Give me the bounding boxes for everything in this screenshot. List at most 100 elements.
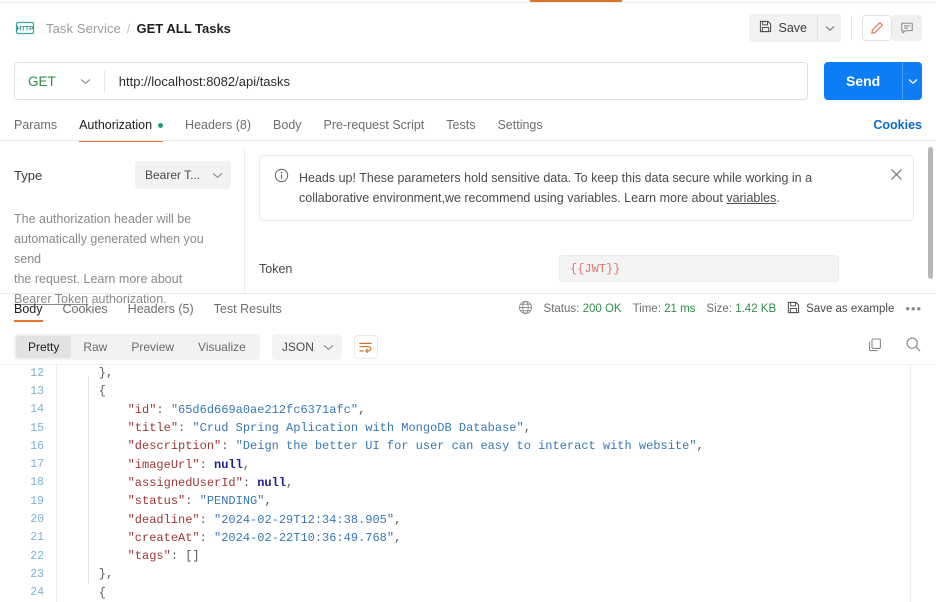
token-label: Token [259, 262, 559, 276]
save-label: Save [779, 21, 808, 35]
auth-detail-column: Heads up! These parameters hold sensitiv… [245, 141, 936, 293]
code-line-text: }, [44, 567, 113, 581]
code-line: 21 "createAt": "2024-02-22T10:36:49.768"… [0, 529, 704, 547]
toolbar-divider [851, 17, 852, 39]
line-number: 14 [0, 403, 44, 416]
code-token-punc: : [178, 421, 192, 435]
auth-type-label: Type [14, 168, 42, 183]
code-token-punc: : [200, 531, 214, 545]
time-value: 21 ms [664, 303, 695, 315]
size-group: Size: 1.42 KB [706, 303, 776, 315]
code-line: 23 }, [0, 565, 704, 583]
wrap-text-icon[interactable] [354, 335, 378, 359]
tab-label: Tests [446, 118, 475, 132]
code-token-punc: , [243, 458, 250, 472]
format-value: JSON [282, 340, 314, 354]
tab-label: Params [14, 118, 57, 132]
save-as-example-button[interactable]: Save as example [787, 301, 894, 317]
code-line: 24 { [0, 584, 704, 602]
tab-tests[interactable]: Tests [446, 110, 475, 140]
search-icon[interactable] [905, 336, 922, 358]
code-token-punc: : [] [171, 549, 200, 563]
url-input[interactable]: http://localhost:8082/api/tasks [105, 74, 290, 89]
request-tab-strip: Params Authorization Headers (8) Body Pr… [0, 110, 936, 140]
code-token-null: null [214, 458, 243, 472]
tab-label: Headers (8) [185, 118, 251, 132]
code-token-str: "65d6d669a0ae212fc6371afc" [171, 403, 358, 417]
code-token-key: "description" [70, 439, 221, 453]
response-tab-headers[interactable]: Headers (5) [128, 295, 194, 322]
top-right-actions: Save [749, 14, 923, 42]
code-line-text: "status": "PENDING", [44, 494, 272, 508]
code-token-key: "status" [70, 494, 185, 508]
line-number: 17 [0, 458, 44, 471]
code-token-null: null [257, 476, 286, 490]
comment-button[interactable] [892, 15, 922, 41]
view-mode-segmented-control: Pretty Raw Preview Visualize [14, 334, 260, 360]
code-token-punc: , [697, 439, 704, 453]
ellipsis-icon[interactable]: ••• [905, 301, 922, 316]
tab-pre-request-script[interactable]: Pre-request Script [324, 110, 425, 140]
cookies-link[interactable]: Cookies [873, 118, 922, 132]
view-mode-raw[interactable]: Raw [71, 336, 119, 358]
code-token-str: "2024-02-29T12:34:38.905" [214, 513, 394, 527]
save-button[interactable]: Save [749, 14, 818, 42]
breadcrumb-bar: HTTP Task Service / GET ALL Tasks Save [0, 8, 936, 48]
code-token-punc: , [358, 403, 365, 417]
code-line-text: "description": "Deign the better UI for … [44, 439, 704, 453]
tab-settings[interactable]: Settings [497, 110, 542, 140]
code-token-str: "Deign the better UI for user can easy t… [236, 439, 697, 453]
line-number: 13 [0, 385, 44, 398]
line-number: 19 [0, 495, 44, 508]
method-selector[interactable]: GET [15, 63, 104, 99]
code-token-punc: { [70, 586, 106, 600]
code-token-punc: , [524, 421, 531, 435]
tab-label: Body [273, 118, 302, 132]
response-tab-body[interactable]: Body [14, 295, 43, 322]
code-line: 13 { [0, 382, 704, 400]
auth-type-select[interactable]: Bearer T... [135, 161, 231, 189]
code-line-text: "assignedUserId": null, [44, 476, 293, 490]
tab-label: Test Results [214, 302, 282, 316]
response-tab-test-results[interactable]: Test Results [214, 295, 282, 322]
send-options-button[interactable] [902, 62, 922, 100]
send-button[interactable]: Send [824, 62, 902, 100]
response-body-viewer[interactable]: 12 },13 {14 "id": "65d6d669a0ae212fc6371… [0, 364, 936, 602]
top-hairline [0, 2, 936, 3]
save-options-button[interactable] [817, 14, 841, 42]
response-divider [0, 293, 936, 294]
format-select[interactable]: JSON [272, 334, 342, 360]
code-token-punc: }, [70, 567, 113, 581]
view-mode-preview[interactable]: Preview [119, 336, 186, 358]
view-toggle-group [862, 15, 922, 41]
tab-params[interactable]: Params [14, 110, 57, 140]
code-line-text: { [44, 586, 106, 600]
tab-label: Headers (5) [128, 302, 194, 316]
line-number: 21 [0, 531, 44, 544]
tab-headers[interactable]: Headers (8) [185, 110, 251, 140]
code-token-punc: , [286, 476, 293, 490]
auth-panel-scrollbar[interactable] [928, 147, 933, 279]
view-mode-pretty[interactable]: Pretty [16, 336, 71, 358]
line-number: 20 [0, 513, 44, 526]
time-label: Time: [633, 303, 661, 315]
edit-mode-button[interactable] [862, 15, 892, 41]
code-token-key: "createAt" [70, 531, 200, 545]
line-number: 16 [0, 440, 44, 453]
view-mode-visualize[interactable]: Visualize [186, 336, 258, 358]
tab-authorization[interactable]: Authorization [79, 110, 163, 140]
code-line-text: "deadline": "2024-02-29T12:34:38.905", [44, 513, 401, 527]
breadcrumb-collection[interactable]: Task Service [46, 21, 121, 36]
token-input[interactable]: {{JWT}} [559, 255, 839, 282]
variables-link[interactable]: variables [726, 191, 776, 205]
page-title: GET ALL Tasks [137, 21, 231, 36]
tab-body[interactable]: Body [273, 110, 302, 140]
sensitive-data-callout: Heads up! These parameters hold sensitiv… [259, 155, 914, 221]
copy-icon[interactable] [867, 337, 883, 358]
response-tab-cookies[interactable]: Cookies [63, 295, 108, 322]
code-token-key: "deadline" [70, 513, 200, 527]
time-group: Time: 21 ms [633, 303, 696, 315]
code-token-str: "Crud Spring Aplication with MongoDB Dat… [192, 421, 523, 435]
floppy-disk-icon [759, 20, 772, 36]
close-icon[interactable] [890, 168, 903, 186]
